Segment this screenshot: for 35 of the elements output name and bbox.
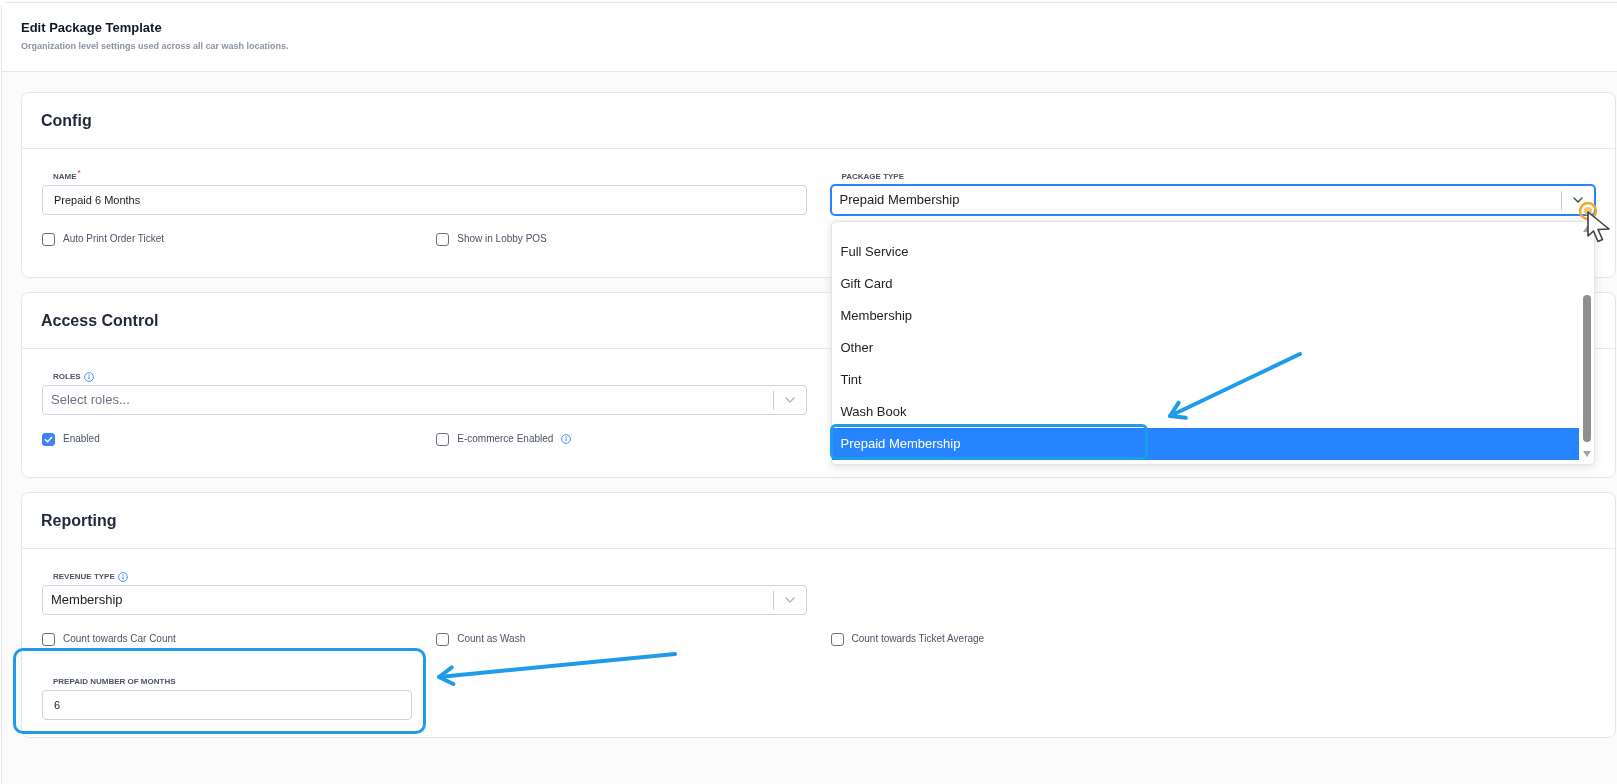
- section-title: Config: [41, 110, 92, 131]
- checkbox[interactable]: [42, 232, 55, 246]
- checkbox[interactable]: [42, 632, 55, 646]
- checkbox-label[interactable]: Show in Lobby POS: [457, 232, 547, 246]
- checkbox-label[interactable]: Count towards Ticket Average: [851, 632, 985, 646]
- page-title: Edit Package Template: [21, 20, 162, 36]
- scroll-down-arrow-icon[interactable]: [1582, 451, 1591, 457]
- checkbox-label[interactable]: Count towards Car Count: [63, 632, 176, 646]
- dropdown-select[interactable]: Select roles...: [42, 385, 807, 415]
- scrollbar-thumb[interactable]: [1582, 295, 1591, 442]
- dropdown-select[interactable]: Membership: [42, 585, 807, 615]
- field-label: ROLES: [53, 371, 81, 383]
- info-icon[interactable]: [83, 372, 94, 382]
- text-field[interactable]: Prepaid 6 Months: [42, 185, 807, 215]
- field-label: REVENUE TYPE: [53, 571, 115, 583]
- checkbox-label[interactable]: Auto Print Order Ticket: [63, 232, 165, 246]
- checkbox-label[interactable]: E-commerce Enabled: [457, 432, 554, 446]
- checkbox[interactable]: [830, 632, 844, 646]
- page-subtitle: Organization level settings used across all car wash locations.: [21, 40, 289, 52]
- dropdown-select[interactable]: Prepaid Membership: [830, 185, 1595, 215]
- field-label: PREPAID NUMBER OF MONTHS: [53, 676, 176, 688]
- checkbox[interactable]: [436, 232, 450, 246]
- field-label: PACKAGE TYPE: [841, 171, 905, 183]
- check-icon: [44, 434, 53, 444]
- checkbox[interactable]: [42, 432, 55, 446]
- info-icon[interactable]: [561, 434, 572, 444]
- section-title: Access Control: [41, 310, 159, 331]
- section-title: Reporting: [41, 510, 117, 531]
- checkbox[interactable]: [436, 432, 450, 446]
- number-field[interactable]: 6: [42, 690, 413, 720]
- info-icon[interactable]: [117, 572, 128, 582]
- checkbox-label[interactable]: Enabled: [63, 432, 100, 446]
- checkbox[interactable]: [436, 632, 450, 646]
- chevron-down-icon[interactable]: [1573, 197, 1583, 203]
- checkbox-label[interactable]: Count as Wash: [457, 632, 526, 646]
